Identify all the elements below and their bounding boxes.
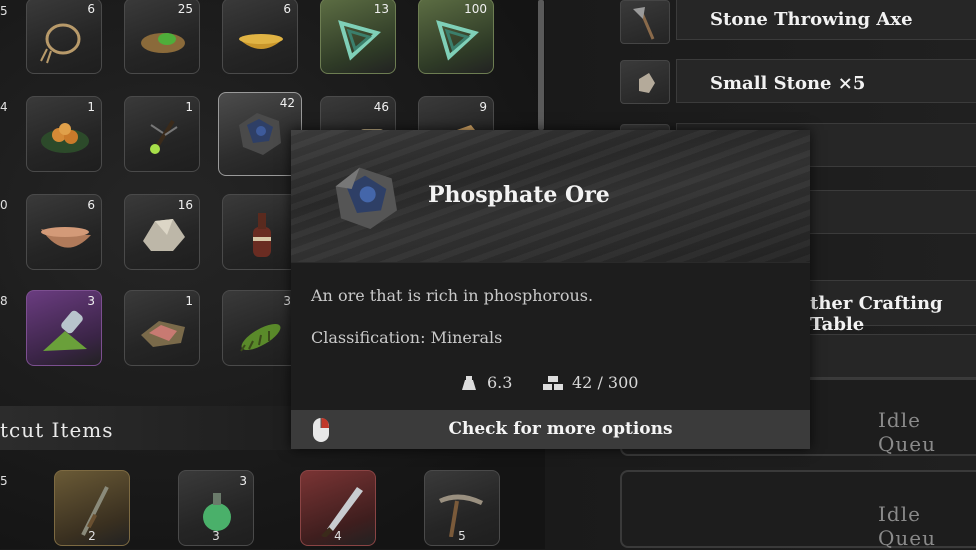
item-count: 6 xyxy=(87,198,95,212)
throwing-axe-icon xyxy=(633,7,655,40)
item-count: 3 xyxy=(283,294,291,308)
item-count: 42 xyxy=(279,96,295,110)
small-stone-icon xyxy=(639,73,655,93)
item-count: 46 xyxy=(373,100,389,114)
craft-item-icon-slot[interactable] xyxy=(620,0,670,44)
inventory-slot[interactable]: 16 xyxy=(124,194,200,270)
item-count: 1 xyxy=(185,294,193,308)
bottle-icon xyxy=(253,213,271,257)
shortcut-slot[interactable]: 3 3 xyxy=(178,470,254,546)
inventory-slot[interactable]: 100 xyxy=(418,0,494,74)
tooltip-header: Phosphate Ore xyxy=(291,130,810,263)
inventory-slot[interactable]: 13 xyxy=(320,0,396,74)
shortcut-slot[interactable]: 5 xyxy=(424,470,500,546)
stack-icon xyxy=(543,375,563,390)
queue-status: Idle Queu xyxy=(878,502,936,550)
item-count: 25 xyxy=(177,2,193,16)
inventory-slot[interactable]: 6 xyxy=(26,0,102,74)
craft-item-label: Small Stone ×5 xyxy=(710,73,866,94)
inventory-slot[interactable]: 1 xyxy=(26,96,102,172)
weight-value: 6.3 xyxy=(487,373,513,392)
edge-count: 4 xyxy=(0,100,8,114)
tooltip-weight: 6.3 xyxy=(459,373,512,392)
inventory-slot[interactable]: 3 xyxy=(222,290,298,366)
item-count: 6 xyxy=(87,2,95,16)
crafting-table-label: ther Crafting Table xyxy=(810,293,943,335)
firefly-icon xyxy=(150,119,178,155)
item-count: 1 xyxy=(87,100,95,114)
item-count: 6 xyxy=(283,2,291,16)
tooltip-stack: 42 / 300 xyxy=(542,373,638,392)
crystal-frame-icon xyxy=(436,20,479,61)
tooltip-classification: Classification: Minerals xyxy=(311,328,503,347)
item-tooltip: Phosphate Ore An ore that is rich in pho… xyxy=(291,130,810,449)
edge-count: 5 xyxy=(0,4,8,18)
shortcut-slot[interactable]: 2 xyxy=(54,470,130,546)
flatbread-icon xyxy=(141,33,185,53)
golden-bowl-icon xyxy=(239,34,283,49)
hotkey-label: 4 xyxy=(334,529,342,543)
shortcut-title: tcut Items xyxy=(0,418,114,442)
inventory-slot[interactable]: 1 xyxy=(124,290,200,366)
centipede-icon xyxy=(240,324,281,352)
item-count: 1 xyxy=(185,100,193,114)
tooltip-item-name: Phosphate Ore xyxy=(428,182,610,208)
edge-count: 5 xyxy=(0,474,8,488)
stack-value: 42 / 300 xyxy=(572,373,639,392)
item-count: 100 xyxy=(464,2,487,16)
item-count: 13 xyxy=(373,2,389,16)
inventory-slot[interactable]: 6 xyxy=(26,194,102,270)
item-count: 3 xyxy=(87,294,95,308)
inventory-slot[interactable]: 3 xyxy=(26,290,102,366)
tooltip-footer[interactable]: Check for more options xyxy=(291,410,810,449)
hotkey-label: 5 xyxy=(458,529,466,543)
tooltip-footer-label: Check for more options xyxy=(448,419,673,439)
item-count: 3 xyxy=(239,474,247,488)
item-count: 9 xyxy=(479,100,487,114)
weight-icon xyxy=(462,375,476,390)
hotkey-label: 3 xyxy=(212,529,220,543)
potion-spill-icon xyxy=(43,310,87,351)
craft-item-label: Stone Throwing Axe xyxy=(710,9,913,30)
inventory-slot[interactable]: 1 xyxy=(124,96,200,172)
inventory-slot[interactable]: 6 xyxy=(222,0,298,74)
tooltip-description: An ore that is rich in phosphorous. xyxy=(311,286,594,305)
shortcut-slot[interactable]: 4 xyxy=(300,470,376,546)
inventory-slot[interactable] xyxy=(222,194,298,270)
crystal-frame-icon xyxy=(338,20,381,61)
rope-icon xyxy=(40,23,81,64)
inventory-slot[interactable]: 25 xyxy=(124,0,200,74)
edge-count: 8 xyxy=(0,294,8,308)
queue-status: Idle Queu xyxy=(878,408,936,456)
scrollbar[interactable] xyxy=(538,0,544,130)
craft-item-icon-slot[interactable] xyxy=(620,60,670,104)
stone-chunk-icon xyxy=(143,219,185,251)
phosphate-ore-icon xyxy=(335,167,397,229)
item-count: 16 xyxy=(177,198,193,212)
food-plate-icon xyxy=(41,123,89,153)
wooden-bowl-icon xyxy=(41,227,91,248)
hotkey-label: 2 xyxy=(88,529,96,543)
phosphate-ore-icon xyxy=(239,113,281,155)
raw-meat-icon xyxy=(141,321,185,347)
edge-count: 0 xyxy=(0,198,8,212)
inventory-slot-selected[interactable]: 42 xyxy=(218,92,302,176)
